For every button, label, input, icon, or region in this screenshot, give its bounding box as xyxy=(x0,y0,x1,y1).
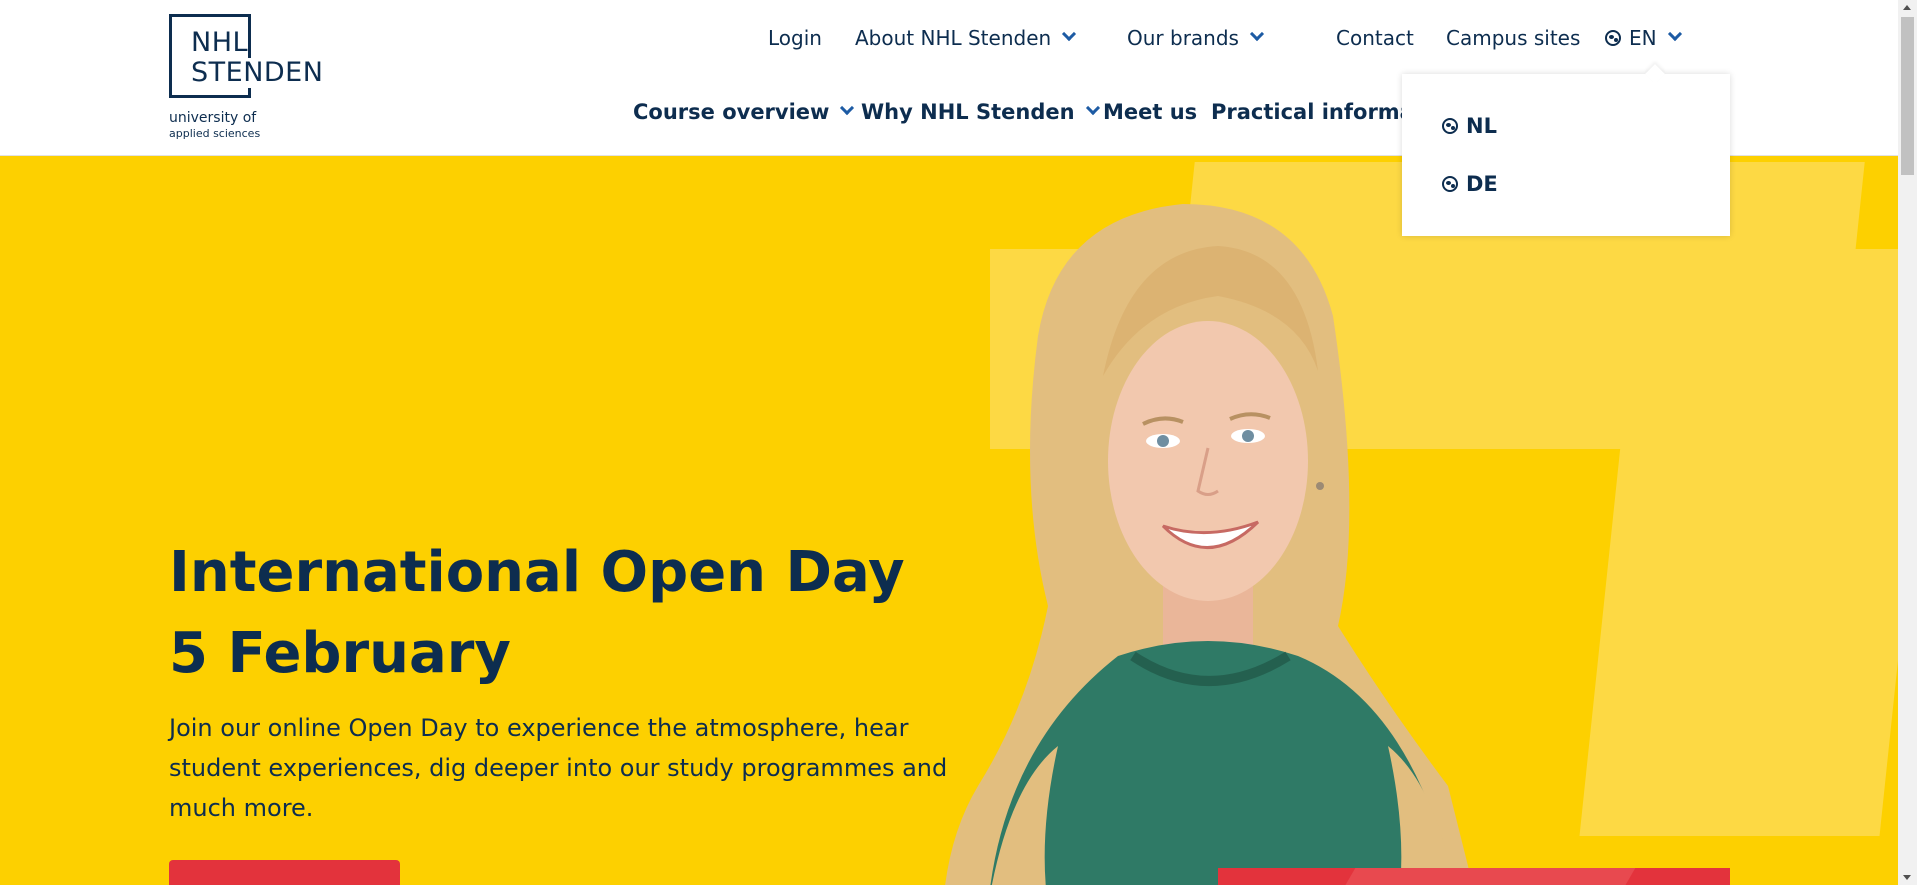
nhl-stenden-logo[interactable]: NHL STENDEN university of applied scienc… xyxy=(169,14,326,142)
hero-title-line1: International Open Day xyxy=(169,540,905,605)
hero-title: International Open Day 5 February xyxy=(169,532,905,694)
course-label: Course overview xyxy=(633,100,830,124)
practical-label: Practical informati xyxy=(1211,100,1432,124)
nav-why-nhl-stenden[interactable]: Why NHL Stenden xyxy=(861,98,1100,126)
login-label: Login xyxy=(768,26,822,50)
hero-description: Join our online Open Day to experience t… xyxy=(169,714,948,822)
campus-label: Campus sites xyxy=(1446,26,1581,50)
nav-practical-information[interactable]: Practical informati xyxy=(1211,98,1431,126)
language-dropdown: NL DE xyxy=(1402,74,1730,236)
logo-subtitle-2: applied sciences xyxy=(169,127,261,140)
logo-text-stenden: STENDEN xyxy=(191,57,326,88)
login-link[interactable]: Login xyxy=(768,24,822,52)
chevron-down-icon xyxy=(1085,100,1100,116)
hero-title-line2: 5 February xyxy=(169,621,511,686)
hero-red-card[interactable] xyxy=(1218,868,1730,885)
nav-meet-us[interactable]: Meet us xyxy=(1103,98,1197,126)
chevron-down-icon xyxy=(1667,26,1682,42)
language-option-nl[interactable]: NL xyxy=(1442,112,1497,140)
scroll-thumb[interactable] xyxy=(1901,17,1914,175)
globe-icon xyxy=(1605,30,1621,46)
logo-subtitle-1: university of xyxy=(169,110,257,126)
nav-course-overview[interactable]: Course overview xyxy=(633,98,855,126)
globe-icon xyxy=(1442,118,1458,134)
scroll-down-arrow-icon[interactable] xyxy=(1903,875,1911,880)
contact-link[interactable]: Contact xyxy=(1336,24,1414,52)
language-option-de[interactable]: DE xyxy=(1442,170,1498,198)
student-photo xyxy=(945,204,1473,885)
brands-label: Our brands xyxy=(1127,26,1239,50)
language-option-label: NL xyxy=(1466,114,1497,138)
hero-banner: International Open Day 5 February Join o… xyxy=(0,156,1898,885)
campus-sites-link[interactable]: Campus sites xyxy=(1446,24,1580,52)
why-label: Why NHL Stenden xyxy=(861,100,1075,124)
language-option-label: DE xyxy=(1466,172,1498,196)
hero-cta-button[interactable] xyxy=(169,860,400,885)
scroll-up-arrow-icon[interactable] xyxy=(1903,5,1911,10)
language-selector[interactable]: EN xyxy=(1605,24,1682,52)
globe-icon xyxy=(1442,176,1458,192)
chevron-down-icon xyxy=(840,100,855,116)
chevron-down-icon xyxy=(1062,26,1077,42)
brands-menu[interactable]: Our brands xyxy=(1127,24,1265,52)
about-menu[interactable]: About NHL Stenden xyxy=(855,24,1077,52)
logo-text-nhl: NHL xyxy=(191,27,249,58)
language-current: EN xyxy=(1629,26,1657,50)
contact-label: Contact xyxy=(1336,26,1414,50)
page-scrollbar[interactable] xyxy=(1898,0,1917,885)
meet-label: Meet us xyxy=(1103,100,1198,124)
chevron-down-icon xyxy=(1249,26,1265,42)
about-label: About NHL Stenden xyxy=(855,26,1052,50)
